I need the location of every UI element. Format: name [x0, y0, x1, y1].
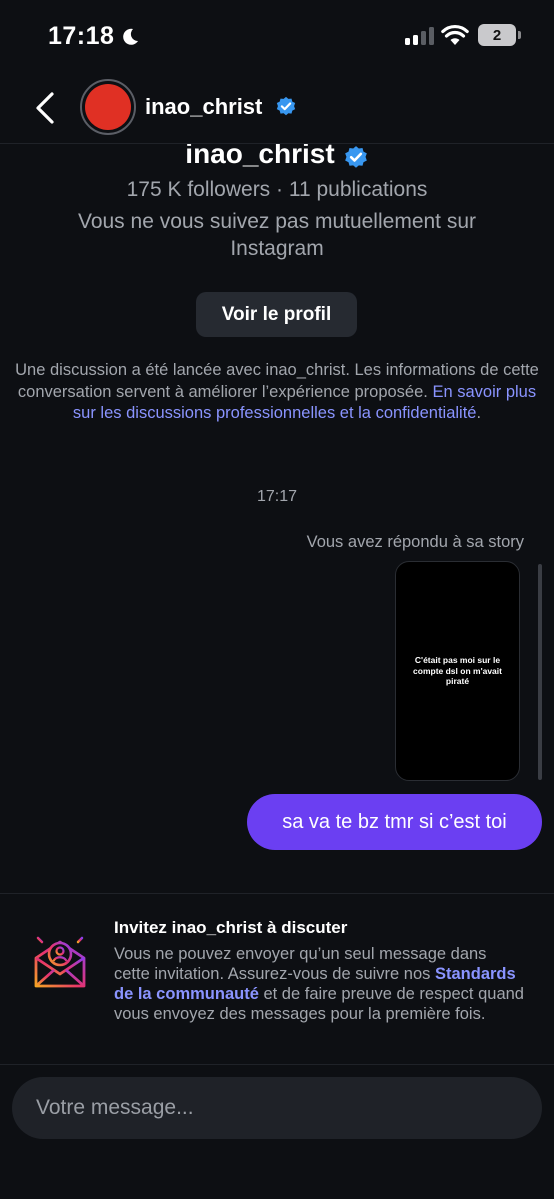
header-username[interactable]: inao_christ [145, 94, 262, 120]
status-bar: 17:18 2 [0, 0, 554, 72]
avatar[interactable] [80, 79, 136, 135]
message-composer[interactable] [12, 1077, 542, 1139]
story-thumbnail[interactable]: C'était pas moi sur le compte dsl on m'a… [395, 561, 520, 781]
profile-stats: 175 K followers · 11 publications [126, 178, 428, 201]
verified-icon [276, 96, 296, 116]
chat-header: inao_christ [0, 72, 554, 144]
view-profile-button[interactable]: Voir le profil [196, 292, 357, 337]
status-time: 17:18 [48, 22, 140, 51]
back-icon[interactable] [30, 90, 60, 126]
message-timestamp: 17:17 [256, 488, 298, 505]
invite-envelope-icon [34, 928, 86, 988]
story-reply-label: Vous avez répondu à sa story [306, 533, 524, 551]
business-chat-notice: Une discussion a été lancée avec inao_ch… [10, 360, 544, 425]
invite-title: Invitez inao_christ à discuter [114, 918, 348, 937]
verified-icon [344, 146, 367, 168]
sent-message-bubble[interactable]: sa va te bz tmr si c’est toi [247, 794, 542, 850]
notice-end: . [476, 404, 482, 422]
avatar-image [85, 84, 131, 130]
scroll-indicator [538, 564, 542, 780]
story-text: C'était pas moi sur le compte dsl on m'a… [413, 655, 502, 687]
relation-line-1: Vous ne vous suivez pas mutuellement sur [77, 210, 477, 233]
moon-icon [123, 28, 139, 45]
signal-icon [405, 27, 434, 45]
status-time-text: 17:18 [48, 22, 115, 50]
invite-description: Vous ne pouvez envoyer qu’un seul messag… [114, 944, 524, 1024]
invite-section: Invitez inao_christ à discuter Vous ne p… [0, 893, 554, 1065]
wifi-icon [441, 24, 469, 45]
battery-level: 2 [492, 26, 502, 44]
battery-icon: 2 [478, 24, 521, 46]
invite-text-before: Vous ne pouvez envoyer qu’un seul messag… [114, 945, 487, 983]
message-input[interactable] [12, 1077, 542, 1139]
relation-line-2: Instagram [230, 237, 324, 260]
